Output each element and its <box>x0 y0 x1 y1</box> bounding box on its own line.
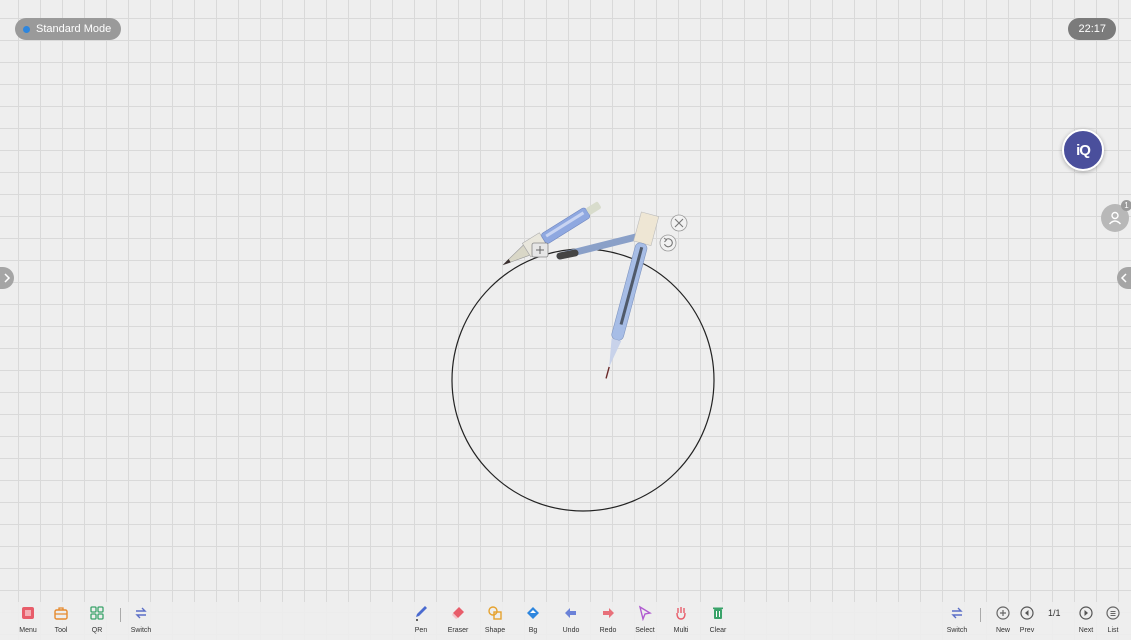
qr-label: QR <box>91 627 103 634</box>
select-label: Select <box>635 627 655 634</box>
whiteboard-canvas[interactable] <box>0 0 1131 640</box>
multi-touch-button[interactable]: Multi <box>661 603 701 639</box>
switch-icon <box>135 607 147 619</box>
eraser-button[interactable]: Eraser <box>438 603 478 639</box>
switch-icon <box>951 607 963 619</box>
page-indicator: 1/1 <box>1048 608 1061 618</box>
switch-button-left[interactable]: Switch <box>121 603 161 639</box>
select-button[interactable]: Select <box>625 603 665 639</box>
page-list-button[interactable]: List <box>1093 603 1131 639</box>
page-list-icon <box>1106 606 1120 620</box>
tool-label: Tool <box>54 627 68 634</box>
redo-label: Redo <box>599 627 617 634</box>
prev-page-icon <box>1020 606 1034 620</box>
background-button[interactable]: Bg <box>513 603 553 639</box>
compass-close-button[interactable] <box>670 214 688 232</box>
clear-button[interactable]: Clear <box>698 603 738 639</box>
page-list-label: List <box>1107 627 1119 634</box>
qr-icon <box>90 606 104 620</box>
shape-icon <box>488 606 502 620</box>
prev-page-label: Prev <box>1019 627 1035 634</box>
multi-touch-label: Multi <box>673 627 689 634</box>
switch-label-right: Switch <box>946 627 968 634</box>
switch-label-left: Switch <box>130 627 152 634</box>
compass-rotate-button[interactable] <box>659 234 677 252</box>
menu-label: Menu <box>19 627 37 634</box>
bottom-toolbar: Menu Tool QR Switch Pen Eraser Shape Bg … <box>0 602 1131 640</box>
undo-icon <box>565 608 576 618</box>
menu-icon <box>22 607 34 619</box>
pen-button[interactable]: Pen <box>401 603 441 639</box>
toolbar-divider <box>980 608 981 622</box>
redo-icon <box>603 608 614 618</box>
drawn-circle <box>451 248 715 512</box>
switch-button-right[interactable]: Switch <box>937 603 977 639</box>
prev-page-button[interactable]: Prev <box>1007 603 1047 639</box>
pen-icon <box>416 606 427 621</box>
trash-icon <box>713 607 723 619</box>
background-fill-icon <box>527 607 539 619</box>
background-label: Bg <box>528 627 538 634</box>
undo-button[interactable]: Undo <box>551 603 591 639</box>
redo-button[interactable]: Redo <box>588 603 628 639</box>
qr-button[interactable]: QR <box>77 603 117 639</box>
eraser-icon <box>452 607 464 619</box>
undo-label: Undo <box>562 627 580 634</box>
compass-tool[interactable] <box>499 198 660 381</box>
select-icon <box>638 605 652 621</box>
shape-button[interactable]: Shape <box>475 603 515 639</box>
multi-touch-icon <box>676 607 686 620</box>
toolbox-icon <box>54 607 68 620</box>
pen-label: Pen <box>414 627 428 634</box>
clear-label: Clear <box>709 627 727 634</box>
shape-label: Shape <box>484 627 506 634</box>
next-page-label: Next <box>1078 627 1094 634</box>
eraser-label: Eraser <box>447 627 469 634</box>
tool-button[interactable]: Tool <box>41 603 81 639</box>
next-page-icon <box>1079 606 1093 620</box>
